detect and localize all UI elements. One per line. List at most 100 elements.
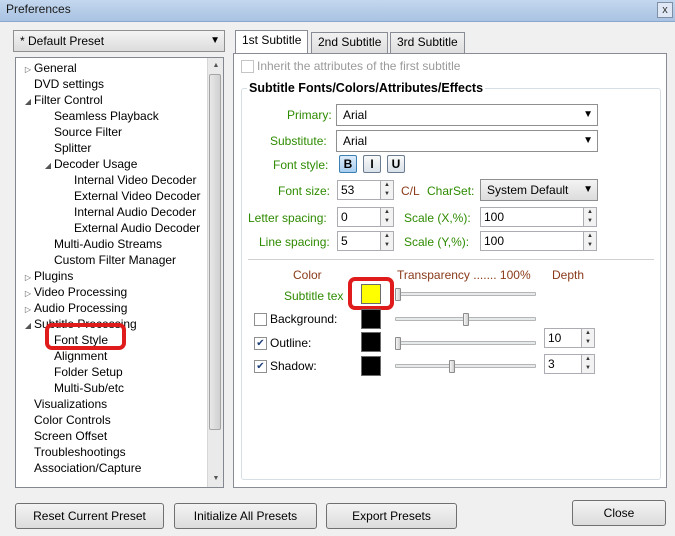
charset-value: System Default	[487, 183, 569, 197]
tree-item-label: Visualizations	[34, 397, 108, 411]
tree-item[interactable]: Screen Offset	[22, 428, 107, 444]
tree-item[interactable]: Custom Filter Manager	[42, 252, 176, 268]
tree-item-label: Color Controls	[34, 413, 111, 427]
tree-item-label: Multi-Audio Streams	[54, 237, 163, 251]
tree-item-label: Decoder Usage	[54, 157, 138, 171]
tree-item[interactable]: Association/Capture	[22, 460, 141, 476]
tree-item[interactable]: ▷ Audio Processing	[22, 300, 127, 316]
scroll-down-icon[interactable]: ▼	[208, 471, 224, 487]
outline-transparency-slider[interactable]	[395, 337, 401, 350]
letter-spacing-spinner[interactable]: ▲ ▼	[380, 207, 394, 227]
font-size-input[interactable]: 53	[337, 180, 381, 200]
subtitle-transparency-track[interactable]	[395, 292, 536, 296]
collapse-arrow-icon[interactable]: ◢	[22, 318, 34, 334]
tree-item[interactable]: Multi-Audio Streams	[42, 236, 162, 252]
export-presets-button[interactable]: Export Presets	[326, 503, 457, 529]
underline-button[interactable]: U	[387, 155, 405, 173]
inherit-checkbox[interactable]	[241, 60, 254, 73]
substitute-font-dropdown[interactable]: Arial ▼	[336, 130, 598, 152]
preset-dropdown[interactable]: * Default Preset ▼	[13, 30, 225, 52]
tree-item[interactable]: Seamless Playback	[42, 108, 159, 124]
tree-item[interactable]: ◢ Decoder Usage	[42, 156, 137, 172]
italic-button[interactable]: I	[363, 155, 381, 173]
outline-label: Outline:	[270, 336, 312, 350]
tree-item-label: Splitter	[54, 141, 92, 155]
tree-item[interactable]: Splitter	[42, 140, 91, 156]
shadow-depth-spinner[interactable]: ▲ ▼	[581, 354, 595, 374]
tab-3rd-subtitle[interactable]: 3rd Subtitle	[390, 32, 465, 53]
background-transparency-slider[interactable]	[463, 313, 469, 326]
scale-y-spinner[interactable]: ▲ ▼	[583, 231, 597, 251]
tree-item[interactable]: Alignment	[42, 348, 107, 364]
tree-item[interactable]: ◢ Subtitle Processing	[22, 316, 137, 332]
tree-item[interactable]: Internal Video Decoder	[62, 172, 197, 188]
settings-tree[interactable]: ▷ General DVD settings ◢ Filter Control Seaml…	[15, 57, 224, 488]
charset-dropdown[interactable]: System Default ▼	[480, 179, 598, 201]
tree-item[interactable]: Visualizations	[22, 396, 107, 412]
scale-x-spinner[interactable]: ▲ ▼	[583, 207, 597, 227]
font-style-label: Font style:	[273, 158, 329, 172]
tree-item[interactable]: Source Filter	[42, 124, 122, 140]
shadow-depth-input[interactable]: 3	[544, 354, 582, 374]
subtitle-color-swatch[interactable]	[361, 284, 381, 304]
reset-preset-button[interactable]: Reset Current Preset	[15, 503, 164, 529]
shadow-transparency-track[interactable]	[395, 364, 536, 368]
close-button[interactable]: Close	[572, 500, 666, 526]
color-header: Color	[293, 268, 322, 282]
inherit-label: Inherit the attributes of the first subt…	[257, 59, 461, 73]
tree-item[interactable]: Internal Audio Decoder	[62, 204, 196, 220]
outline-color-swatch[interactable]	[361, 332, 381, 352]
tree-item[interactable]: External Video Decoder	[62, 188, 201, 204]
outline-transparency-track[interactable]	[395, 341, 536, 345]
window-title: Preferences	[6, 2, 71, 16]
tree-item-label: Audio Processing	[34, 301, 128, 315]
cl-label: C/L	[401, 184, 420, 198]
primary-label: Primary:	[287, 108, 332, 122]
tree-item[interactable]: ◢ Filter Control	[22, 92, 103, 108]
tree-item[interactable]: Folder Setup	[42, 364, 123, 380]
tree-item-label: DVD settings	[34, 77, 105, 91]
shadow-transparency-slider[interactable]	[449, 360, 455, 373]
tree-item[interactable]: External Audio Decoder	[62, 220, 200, 236]
bold-button[interactable]: B	[339, 155, 357, 173]
tree-item[interactable]: Font Style	[42, 332, 108, 348]
tree-item[interactable]: Multi-Sub/etc	[42, 380, 124, 396]
font-size-spinner[interactable]: ▲ ▼	[380, 180, 394, 200]
close-window-icon[interactable]: x	[657, 2, 673, 18]
letter-spacing-input[interactable]: 0	[337, 207, 381, 227]
tree-scrollbar-thumb[interactable]	[209, 74, 221, 430]
group-title: Subtitle Fonts/Colors/Attributes/Effects	[247, 81, 486, 95]
line-spacing-spinner[interactable]: ▲ ▼	[380, 231, 394, 251]
tree-item[interactable]: Troubleshootings	[22, 444, 126, 460]
tree-item-label: Folder Setup	[54, 365, 123, 379]
outline-depth-spinner[interactable]: ▲ ▼	[581, 328, 595, 348]
tree-item-label: External Audio Decoder	[74, 221, 201, 235]
collapse-arrow-icon[interactable]: ◢	[42, 158, 54, 174]
tree-item[interactable]: ▷ Video Processing	[22, 284, 127, 300]
shadow-color-swatch[interactable]	[361, 356, 381, 376]
initialize-presets-button[interactable]: Initialize All Presets	[174, 503, 317, 529]
line-spacing-input[interactable]: 5	[337, 231, 381, 251]
background-color-swatch[interactable]	[361, 309, 381, 329]
scale-y-input[interactable]: 100	[480, 231, 584, 251]
tree-item[interactable]: ▷ Plugins	[22, 268, 73, 284]
font-size-label: Font size:	[278, 184, 331, 198]
tab-1st-subtitle[interactable]: 1st Subtitle	[235, 30, 309, 53]
tree-item[interactable]: ▷ General	[22, 60, 77, 76]
chevron-down-icon: ▼	[583, 109, 593, 120]
tree-item-label: Plugins	[34, 269, 74, 283]
scale-x-input[interactable]: 100	[480, 207, 584, 227]
background-checkbox[interactable]	[254, 313, 267, 326]
tree-item[interactable]: Color Controls	[22, 412, 111, 428]
primary-font-dropdown[interactable]: Arial ▼	[336, 104, 598, 126]
collapse-arrow-icon[interactable]: ◢	[22, 94, 34, 110]
tab-2nd-subtitle[interactable]: 2nd Subtitle	[311, 32, 389, 53]
scroll-up-icon[interactable]: ▲	[208, 58, 224, 74]
shadow-label: Shadow:	[270, 359, 317, 373]
outline-depth-input[interactable]: 10	[544, 328, 582, 348]
tree-item[interactable]: DVD settings	[22, 76, 104, 92]
outline-checkbox[interactable]: ✔	[254, 337, 267, 350]
subtitle-transparency-slider[interactable]	[395, 288, 401, 301]
tree-item-label: Multi-Sub/etc	[54, 381, 125, 395]
shadow-checkbox[interactable]: ✔	[254, 360, 267, 373]
